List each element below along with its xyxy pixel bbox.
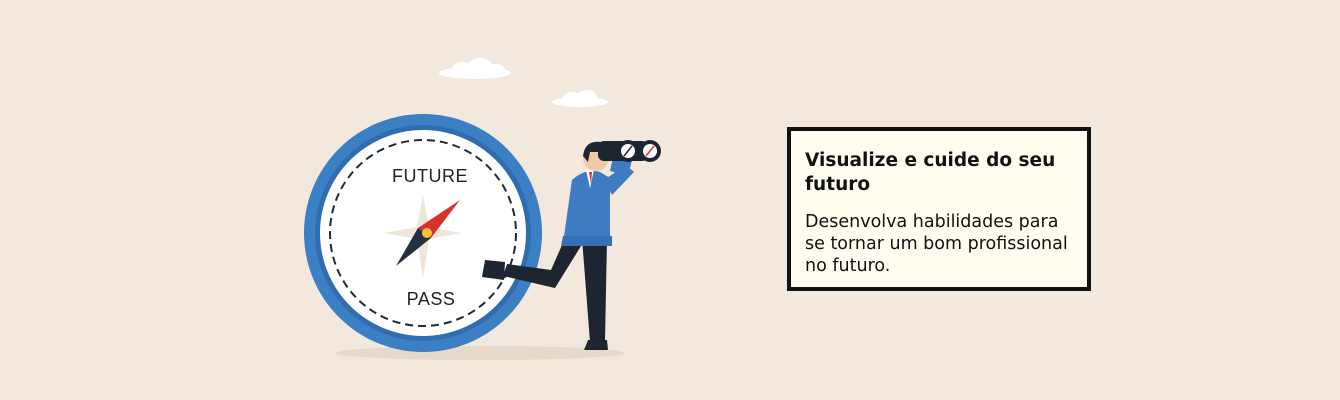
card-title: Visualize e cuide do seu futuro bbox=[805, 150, 1056, 195]
compass-icon: FUTURE PASS bbox=[304, 114, 542, 352]
illustration: FUTURE PASS bbox=[304, 58, 661, 360]
compass-label-top: FUTURE bbox=[392, 166, 468, 186]
ground-shadow bbox=[335, 346, 625, 360]
card-body: Desenvolva habilidades para se tornar um… bbox=[805, 212, 1068, 276]
cloud-icon bbox=[439, 58, 511, 79]
compass-label-bottom: PASS bbox=[407, 289, 456, 309]
info-card: Visualize e cuide do seu futuro Desenvol… bbox=[787, 127, 1091, 291]
banner: FUTURE PASS Visualize e cuide do seu fut… bbox=[0, 0, 1340, 400]
cloud-icon bbox=[552, 90, 608, 107]
